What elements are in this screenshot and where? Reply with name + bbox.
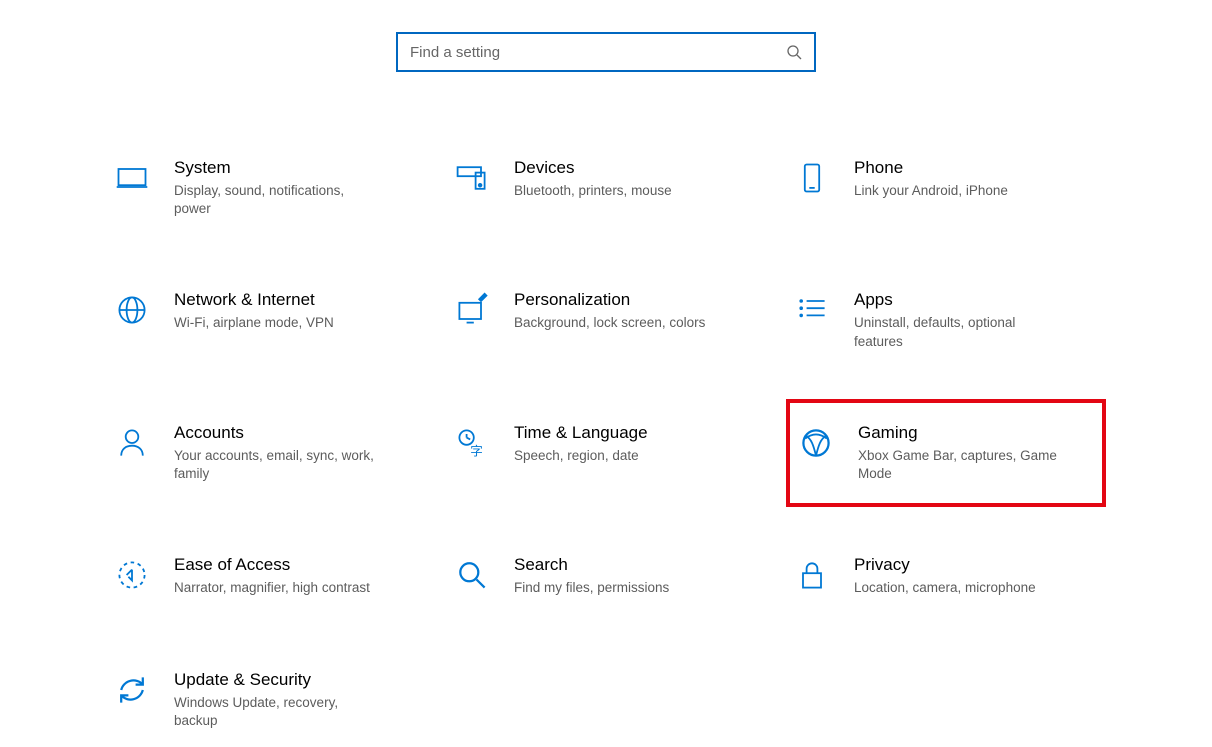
tile-apps[interactable]: Apps Uninstall, defaults, optional featu…	[786, 284, 1106, 356]
tile-title: Devices	[514, 158, 672, 178]
time-language-icon: 字	[452, 423, 492, 463]
tile-desc: Uninstall, defaults, optional features	[854, 314, 1064, 350]
settings-grid: System Display, sound, notifications, po…	[106, 152, 1106, 736]
tile-title: Update & Security	[174, 670, 384, 690]
tile-title: Phone	[854, 158, 1008, 178]
tile-personalization[interactable]: Personalization Background, lock screen,…	[446, 284, 766, 356]
tile-desc: Background, lock screen, colors	[514, 314, 705, 332]
tile-desc: Link your Android, iPhone	[854, 182, 1008, 200]
svg-text:字: 字	[470, 444, 483, 458]
tile-search[interactable]: Search Find my files, permissions	[446, 549, 766, 603]
tile-privacy[interactable]: Privacy Location, camera, microphone	[786, 549, 1106, 603]
magnifier-icon	[452, 555, 492, 595]
tile-accounts[interactable]: Accounts Your accounts, email, sync, wor…	[106, 417, 426, 489]
gaming-icon	[796, 423, 836, 463]
tile-title: Time & Language	[514, 423, 648, 443]
tile-phone[interactable]: Phone Link your Android, iPhone	[786, 152, 1106, 224]
tile-ease-of-access[interactable]: Ease of Access Narrator, magnifier, high…	[106, 549, 426, 603]
search-container	[0, 0, 1212, 72]
tile-desc: Xbox Game Bar, captures, Game Mode	[858, 447, 1068, 483]
apps-icon	[792, 290, 832, 330]
tile-title: Ease of Access	[174, 555, 370, 575]
tile-title: Search	[514, 555, 669, 575]
tile-title: Accounts	[174, 423, 384, 443]
tile-title: Personalization	[514, 290, 705, 310]
tile-desc: Location, camera, microphone	[854, 579, 1036, 597]
devices-icon	[452, 158, 492, 198]
ease-of-access-icon	[112, 555, 152, 595]
lock-icon	[792, 555, 832, 595]
tile-title: Privacy	[854, 555, 1036, 575]
phone-icon	[792, 158, 832, 198]
tile-time-language[interactable]: 字 Time & Language Speech, region, date	[446, 417, 766, 489]
tile-devices[interactable]: Devices Bluetooth, printers, mouse	[446, 152, 766, 224]
personalization-icon	[452, 290, 492, 330]
tile-update-security[interactable]: Update & Security Windows Update, recove…	[106, 664, 426, 736]
tile-desc: Windows Update, recovery, backup	[174, 694, 384, 730]
tile-desc: Display, sound, notifications, power	[174, 182, 384, 218]
tile-desc: Narrator, magnifier, high contrast	[174, 579, 370, 597]
tile-network[interactable]: Network & Internet Wi-Fi, airplane mode,…	[106, 284, 426, 356]
tile-desc: Bluetooth, printers, mouse	[514, 182, 672, 200]
tile-title: Apps	[854, 290, 1064, 310]
tile-title: System	[174, 158, 384, 178]
tile-desc: Speech, region, date	[514, 447, 648, 465]
tile-desc: Wi-Fi, airplane mode, VPN	[174, 314, 334, 332]
system-icon	[112, 158, 152, 198]
globe-icon	[112, 290, 152, 330]
accounts-icon	[112, 423, 152, 463]
search-box[interactable]	[396, 32, 816, 72]
tile-gaming[interactable]: Gaming Xbox Game Bar, captures, Game Mod…	[786, 399, 1106, 507]
search-icon	[786, 44, 802, 60]
tile-desc: Find my files, permissions	[514, 579, 669, 597]
tile-system[interactable]: System Display, sound, notifications, po…	[106, 152, 426, 224]
tile-title: Gaming	[858, 423, 1068, 443]
update-icon	[112, 670, 152, 710]
search-input[interactable]	[410, 44, 786, 61]
tile-desc: Your accounts, email, sync, work, family	[174, 447, 384, 483]
tile-title: Network & Internet	[174, 290, 334, 310]
